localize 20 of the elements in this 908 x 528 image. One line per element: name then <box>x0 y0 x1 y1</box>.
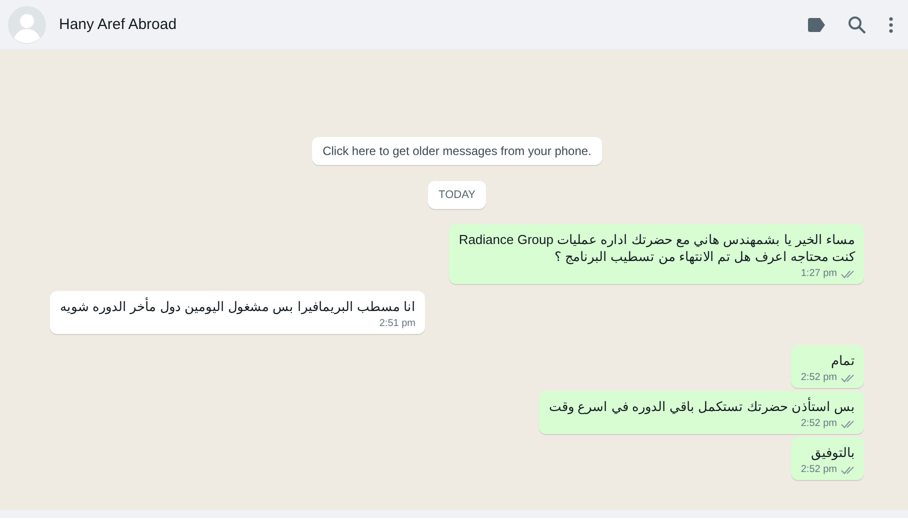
double-check-icon <box>841 374 855 382</box>
double-check-icon <box>841 466 855 474</box>
message-time: 2:51 pm <box>379 318 416 330</box>
message-text: مساء الخير يا بشمهندس هاني مع حضرتك اداره عمليات Radiance Group <box>458 231 855 248</box>
search-icon[interactable] <box>848 16 866 34</box>
older-messages-notice[interactable]: Click here to get older messages from your phone. <box>312 137 602 165</box>
message-time: 2:52 pm <box>800 418 837 430</box>
double-check-icon <box>841 270 855 278</box>
message-text: بالتوفيق <box>810 444 855 461</box>
message-time: 2:52 pm <box>800 464 837 476</box>
message-text: كنت محتاجه اعرف هل تم الانتهاء من تسطيب البرنامج ؟ <box>553 248 855 265</box>
message-text: انا مسطب البريمافيرا بس مشغول اليومين دول مأخر الدوره شويه <box>60 298 416 315</box>
contact-name: Hany Aref Abroad <box>59 16 178 33</box>
message-time: 2:52 pm <box>800 372 837 384</box>
message-text: تمام <box>830 352 855 369</box>
label-icon[interactable] <box>808 18 826 32</box>
message-text: بس استأذن حضرتك تستكمل باقي الدوره في اسرع وقت <box>549 398 855 415</box>
double-check-icon <box>841 420 855 428</box>
message-time: 1:27 pm <box>800 268 837 280</box>
menu-icon[interactable] <box>888 16 894 32</box>
